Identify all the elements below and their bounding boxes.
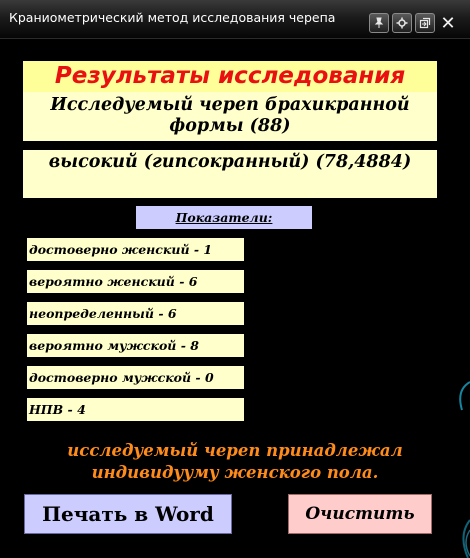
gear-icon[interactable]	[392, 13, 412, 33]
pin-icon[interactable]	[369, 13, 389, 33]
results-heading: Результаты исследования	[23, 61, 437, 92]
window-title: Краниометрический метод исследования чер…	[9, 10, 336, 25]
indicator-item: НПВ - 4	[27, 398, 244, 421]
close-icon[interactable]: ✕	[438, 12, 458, 34]
indicators-label: Показатели:	[136, 206, 312, 229]
indicator-item: достоверно мужской - 0	[27, 366, 244, 389]
skull-shape-text: Исследуемый череп брахикранной формы (88…	[23, 92, 437, 141]
print-word-button[interactable]: Печать в Word	[24, 494, 232, 534]
indicator-item: достоверно женский - 1	[27, 238, 244, 261]
background-decoration	[448, 370, 470, 558]
indicator-item: вероятно женский - 6	[27, 270, 244, 293]
indicator-item: вероятно мужской - 8	[27, 334, 244, 357]
title-bar[interactable]: Краниометрический метод исследования чер…	[0, 0, 470, 39]
skull-height-text: высокий (гипсокранный) (78,4884)	[23, 150, 437, 198]
restore-icon[interactable]	[415, 13, 435, 33]
conclusion-text: исследуемый череп принадлежал индивидуум…	[67, 441, 403, 482]
clear-button[interactable]: Очистить	[288, 494, 432, 534]
app-window: Краниометрический метод исследования чер…	[0, 0, 470, 558]
indicator-item: неопределенный - 6	[27, 302, 244, 325]
